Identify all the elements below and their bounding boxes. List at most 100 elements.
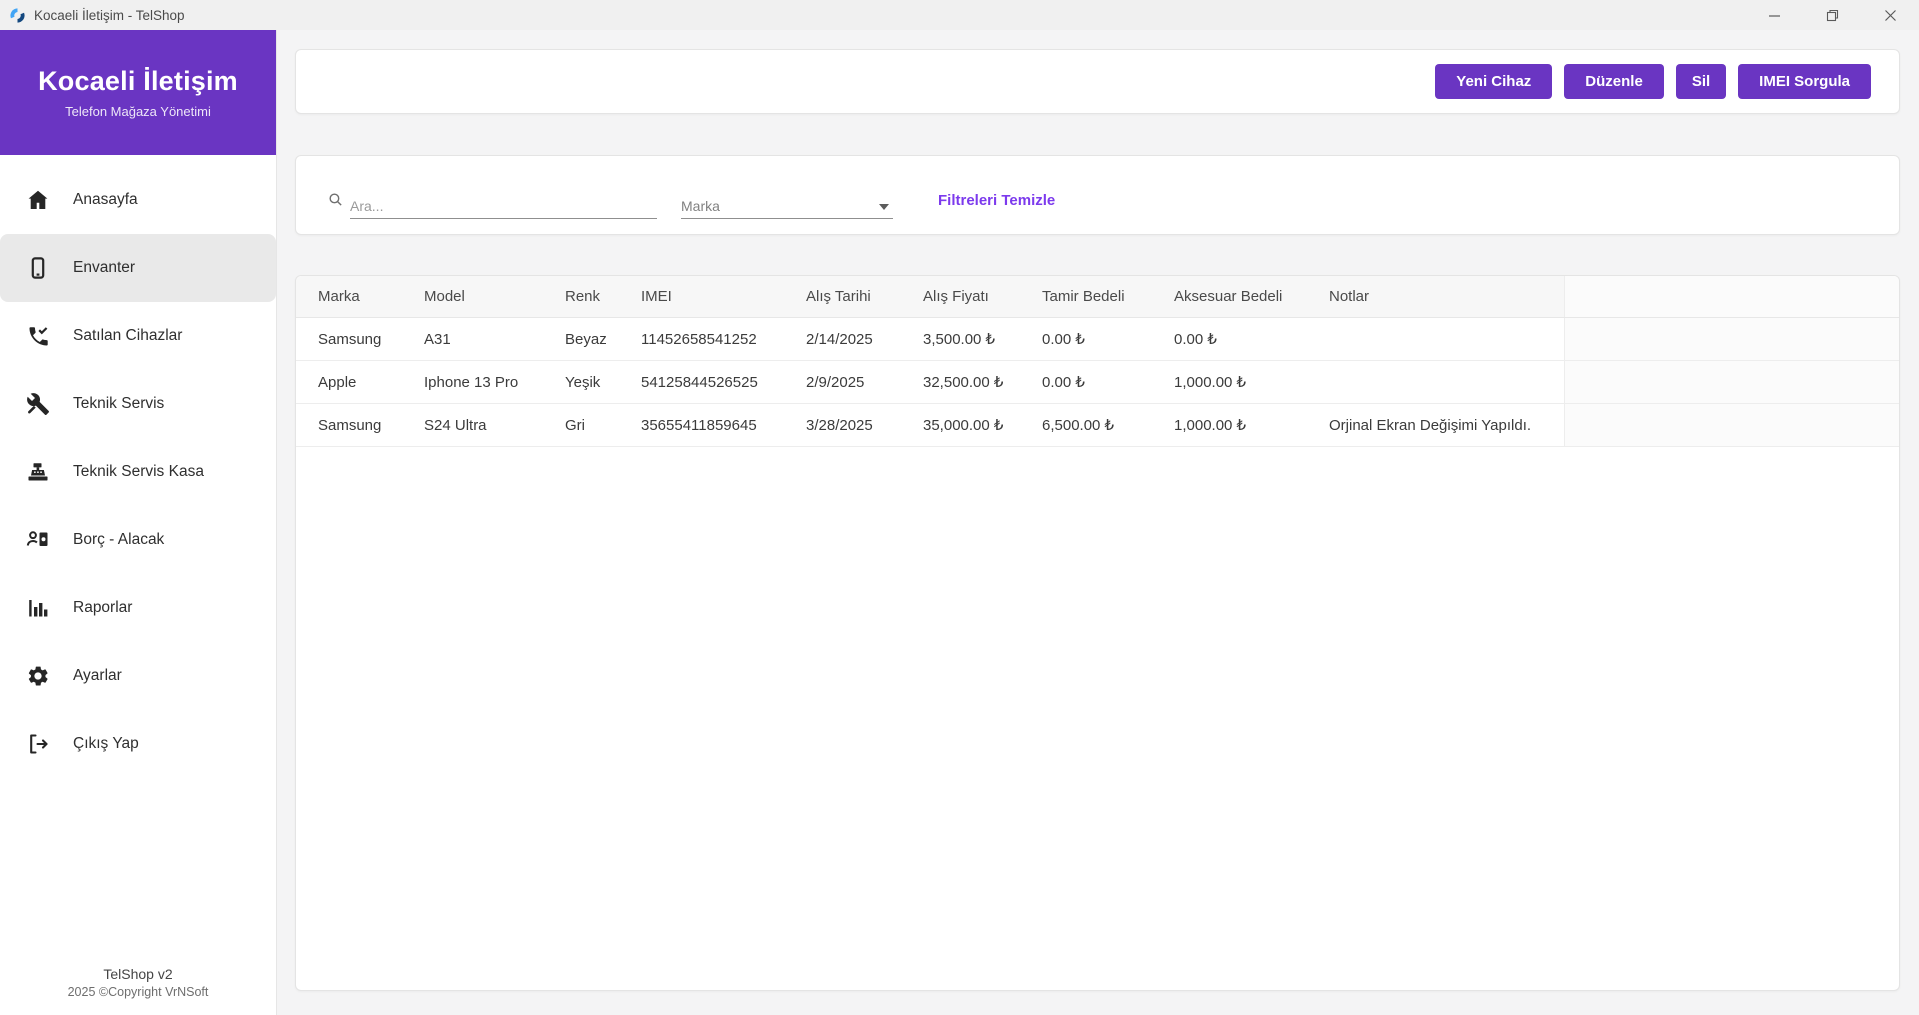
close-button[interactable] (1861, 0, 1919, 30)
sidebar-item-label: Borç - Alacak (73, 531, 165, 548)
column-header-imei[interactable]: IMEI (641, 288, 806, 305)
sil-button[interactable]: Sil (1675, 64, 1727, 99)
brand-subtitle: Telefon Mağaza Yönetimi (65, 104, 211, 119)
restore-button[interactable] (1803, 0, 1861, 30)
app-version: TelShop v2 (103, 966, 173, 982)
person-money-icon (25, 528, 50, 553)
cell-imei: 11452658541252 (641, 330, 757, 348)
cell-alis-fiyati: 32,500.00 ₺ (923, 374, 1004, 391)
brand-header: Kocaeli İletişim Telefon Mağaza Yönetimi (0, 30, 276, 155)
cell-alis-tarihi: 2/9/2025 (806, 373, 865, 391)
sidebar-item-label: Ayarlar (73, 667, 122, 684)
filter-bar: Marka Filtreleri Temizle (295, 155, 1900, 235)
cell-model: Iphone 13 Pro (424, 373, 519, 391)
cell-tamir-bedeli: 6,500.00 ₺ (1042, 417, 1115, 434)
sidebar-item-label: Raporlar (73, 599, 133, 616)
cell-marka: Apple (318, 373, 357, 391)
copyright: 2025 ©Copyright VrNSoft (67, 985, 209, 999)
close-icon (1884, 9, 1896, 21)
imei-sorgula-button[interactable]: IMEI Sorgula (1738, 64, 1871, 99)
marka-select-value: Marka (681, 197, 720, 214)
bar-chart-icon (25, 596, 50, 621)
restore-icon (1826, 9, 1838, 21)
cell-notlar (1329, 318, 1565, 360)
column-header-model[interactable]: Model (424, 288, 565, 305)
sidebar-item-envanter[interactable]: Envanter (0, 234, 276, 302)
cell-model: S24 Ultra (424, 416, 487, 434)
sidebar-item-satilan-cihazlar[interactable]: Satılan Cihazlar (0, 302, 276, 370)
duzenle-button[interactable]: Düzenle (1564, 64, 1664, 99)
cell-renk: Gri (565, 416, 585, 434)
table-row[interactable]: Samsung A31 Beyaz 11452658541252 2/14/20… (296, 318, 1899, 361)
cell-renk: Beyaz (565, 330, 607, 348)
cell-tamir-bedeli: 0.00 ₺ (1042, 331, 1085, 348)
minimize-button[interactable] (1745, 0, 1803, 30)
minimize-icon (1768, 14, 1780, 17)
window-title: Kocaeli İletişim - TelShop (34, 7, 185, 23)
sidebar-item-borc-alacak[interactable]: Borç - Alacak (0, 506, 276, 574)
table-row[interactable]: Samsung S24 Ultra Gri 35655411859645 3/2… (296, 404, 1899, 447)
column-header-alis-fiyati[interactable]: Alış Fiyatı (923, 288, 1042, 305)
sidebar: Kocaeli İletişim Telefon Mağaza Yönetimi… (0, 30, 277, 1015)
sidebar-item-label: Teknik Servis Kasa (73, 463, 204, 480)
sidebar-nav: Anasayfa Envanter Satılan Cihazlar Tekni… (0, 166, 276, 778)
header-filler (1565, 276, 1899, 317)
logout-icon (25, 732, 50, 757)
column-header-notlar[interactable]: Notlar (1329, 276, 1565, 317)
column-header-marka[interactable]: Marka (318, 288, 424, 305)
cell-alis-tarihi: 3/28/2025 (806, 416, 873, 434)
sidebar-item-label: Envanter (73, 259, 136, 276)
sidebar-item-teknik-servis[interactable]: Teknik Servis (0, 370, 276, 438)
table-header-row: Marka Model Renk IMEI Alış Tarihi Alış F… (296, 276, 1899, 318)
sidebar-item-cikis-yap[interactable]: Çıkış Yap (0, 710, 276, 778)
marka-select[interactable]: Marka (681, 193, 893, 219)
phone-check-icon (25, 324, 50, 349)
window-titlebar: Kocaeli İletişim - TelShop (0, 0, 1919, 30)
brand-title: Kocaeli İletişim (38, 66, 238, 96)
cell-renk: Yeşik (565, 373, 601, 391)
sidebar-item-label: Anasayfa (73, 191, 138, 208)
cell-aksesuar-bedeli: 1,000.00 ₺ (1174, 417, 1247, 434)
sidebar-item-label: Teknik Servis (73, 395, 165, 412)
cell-marka: Samsung (318, 416, 382, 434)
search-icon (327, 191, 344, 213)
cell-aksesuar-bedeli: 1,000.00 ₺ (1174, 374, 1247, 391)
row-filler (1565, 404, 1899, 446)
cell-notlar (1329, 361, 1565, 403)
sidebar-item-ayarlar[interactable]: Ayarlar (0, 642, 276, 710)
search-input[interactable] (350, 193, 657, 219)
cell-marka: Samsung (318, 330, 382, 348)
cell-alis-fiyati: 3,500.00 ₺ (923, 331, 996, 348)
cell-alis-tarihi: 2/14/2025 (806, 330, 873, 348)
table-row[interactable]: Apple Iphone 13 Pro Yeşik 54125844526525… (296, 361, 1899, 404)
sidebar-item-label: Satılan Cihazlar (73, 327, 183, 344)
row-filler (1565, 361, 1899, 403)
column-header-aksesuar-bedeli[interactable]: Aksesuar Bedeli (1174, 288, 1329, 305)
column-header-tamir-bedeli[interactable]: Tamir Bedeli (1042, 288, 1174, 305)
cell-imei: 35655411859645 (641, 416, 757, 434)
telshop-logo-icon (9, 7, 26, 24)
cell-tamir-bedeli: 0.00 ₺ (1042, 374, 1085, 391)
cell-notlar: Orjinal Ekran Değişimi Yapıldı. (1329, 404, 1565, 446)
cash-register-icon (25, 460, 50, 485)
sidebar-item-raporlar[interactable]: Raporlar (0, 574, 276, 642)
search-field (327, 191, 657, 219)
cell-imei: 54125844526525 (641, 373, 758, 391)
yeni-cihaz-button[interactable]: Yeni Cihaz (1435, 64, 1553, 99)
clear-filters-link[interactable]: Filtreleri Temizle (938, 192, 1055, 209)
sidebar-item-anasayfa[interactable]: Anasayfa (0, 166, 276, 234)
inventory-table: Marka Model Renk IMEI Alış Tarihi Alış F… (295, 275, 1900, 991)
row-filler (1565, 318, 1899, 360)
caret-down-icon (879, 197, 889, 215)
column-header-renk[interactable]: Renk (565, 288, 641, 305)
column-header-alis-tarihi[interactable]: Alış Tarihi (806, 288, 923, 305)
sidebar-item-label: Çıkış Yap (73, 735, 139, 752)
sidebar-item-teknik-servis-kasa[interactable]: Teknik Servis Kasa (0, 438, 276, 506)
smartphone-icon (25, 256, 50, 281)
cell-alis-fiyati: 35,000.00 ₺ (923, 417, 1004, 434)
cell-aksesuar-bedeli: 0.00 ₺ (1174, 331, 1217, 348)
cell-model: A31 (424, 330, 451, 348)
gear-icon (25, 664, 50, 689)
home-icon (25, 188, 50, 213)
action-toolbar: Yeni Cihaz Düzenle Sil IMEI Sorgula (295, 49, 1900, 114)
